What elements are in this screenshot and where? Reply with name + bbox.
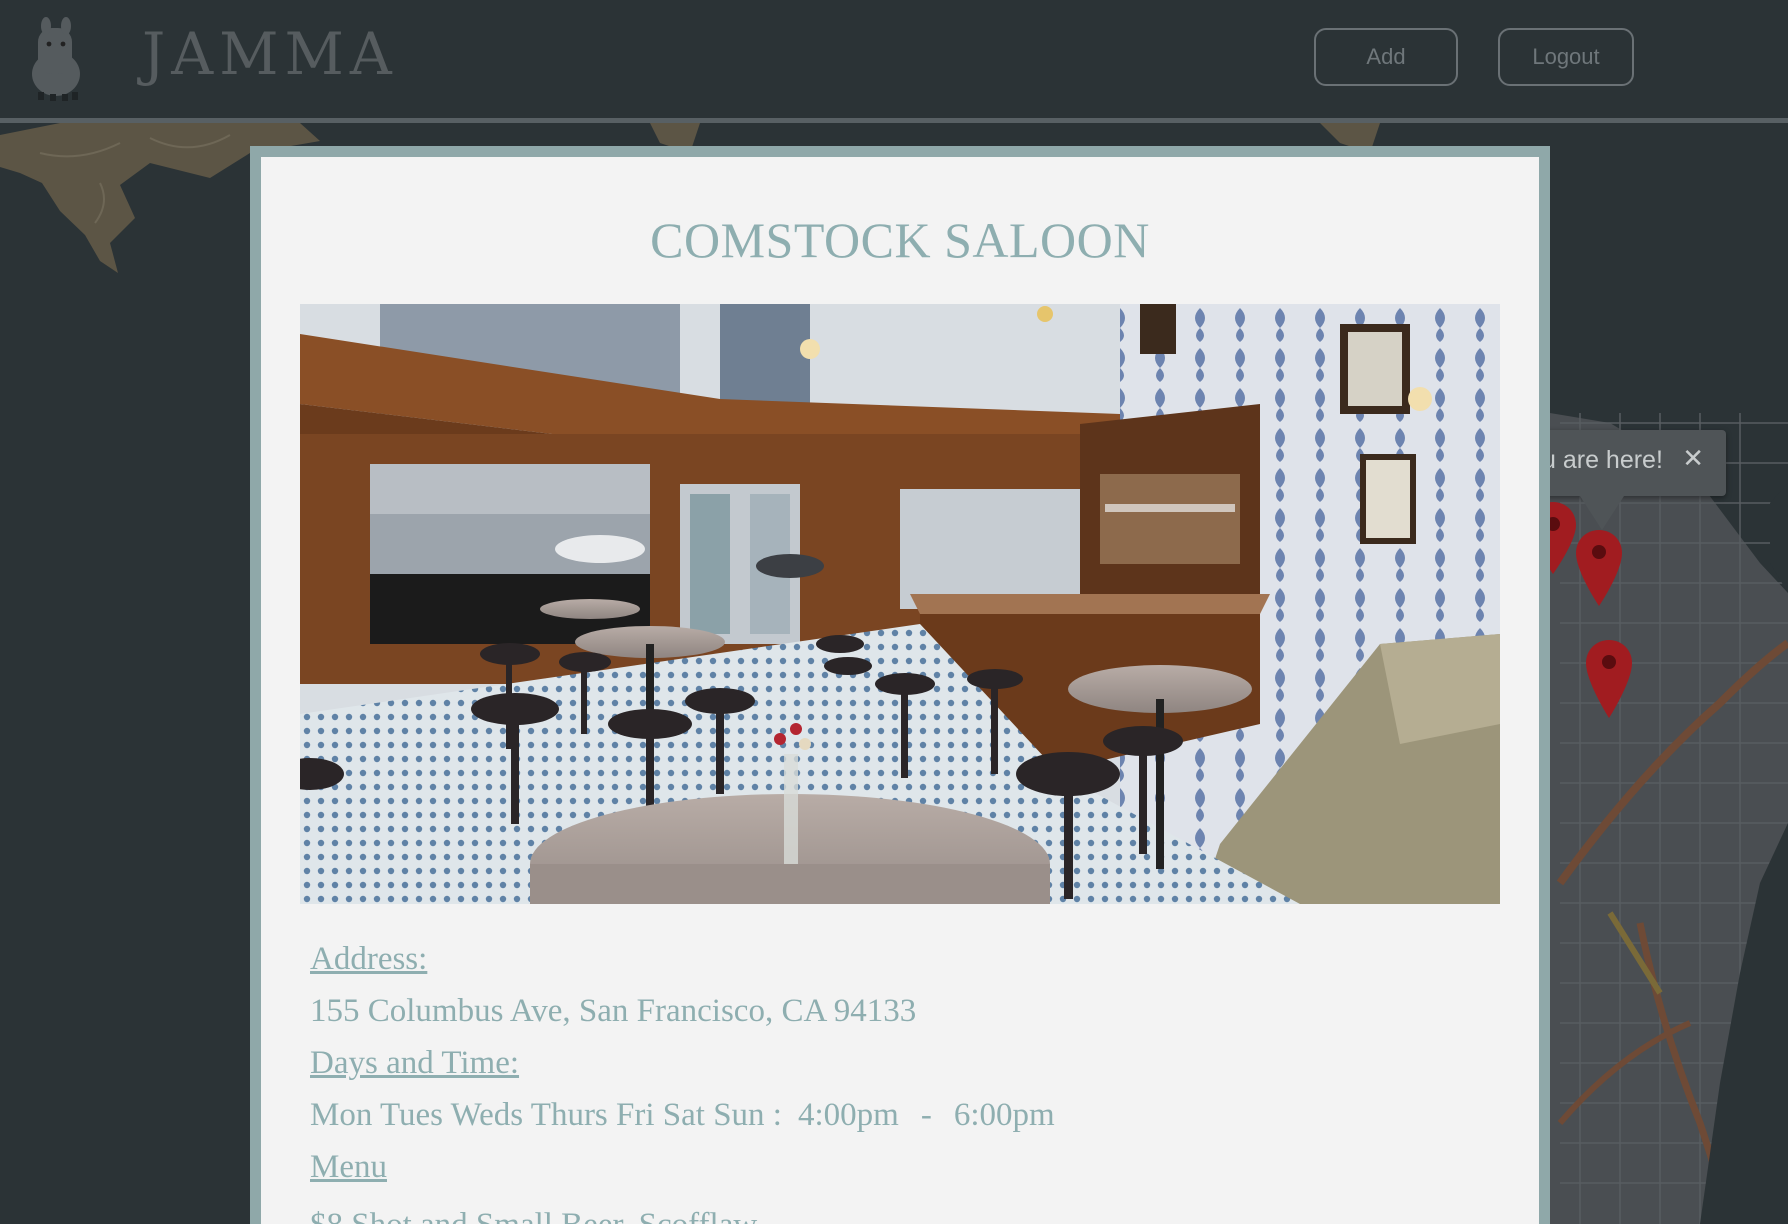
map-pin-icon[interactable] <box>1584 638 1634 720</box>
llama-icon[interactable] <box>20 14 92 102</box>
time-separator: - <box>920 1097 932 1133</box>
end-time: 6:00pm <box>953 1097 1055 1133</box>
brand-name[interactable]: JAMMA <box>142 20 398 88</box>
logout-button[interactable]: Logout <box>1498 28 1634 86</box>
address-value: 155 Columbus Ave, San Francisco, CA 9413… <box>310 993 917 1029</box>
menu-label[interactable]: Menu <box>310 1149 387 1185</box>
info-window-pointer <box>1580 496 1624 530</box>
venue-info: Address: 155 Columbus Ave, San Francisco… <box>310 933 1499 1224</box>
info-window-text: u are here! <box>1542 446 1663 474</box>
days-value: Mon Tues Weds Thurs Fri Sat Sun : <box>310 1097 782 1133</box>
venue-title: COMSTOCK SALOON <box>650 212 1150 268</box>
days-time-label[interactable]: Days and Time: <box>310 1045 519 1081</box>
venue-detail-modal: COMSTOCK SALOON Address: 155 Columbus Av… <box>250 146 1550 1224</box>
top-nav-bar: JAMMA Add Logout <box>0 0 1788 123</box>
venue-photo <box>300 304 1500 904</box>
address-label[interactable]: Address: <box>310 941 427 977</box>
menu-item: $8 Shot and Small Beer, Scofflaw <box>310 1207 757 1224</box>
close-icon[interactable]: ✕ <box>1682 444 1704 474</box>
start-time: 4:00pm <box>797 1097 899 1133</box>
location-info-window: u are here! ✕ <box>1520 430 1726 530</box>
add-button[interactable]: Add <box>1314 28 1458 86</box>
map-pin-icon[interactable] <box>1574 528 1624 608</box>
